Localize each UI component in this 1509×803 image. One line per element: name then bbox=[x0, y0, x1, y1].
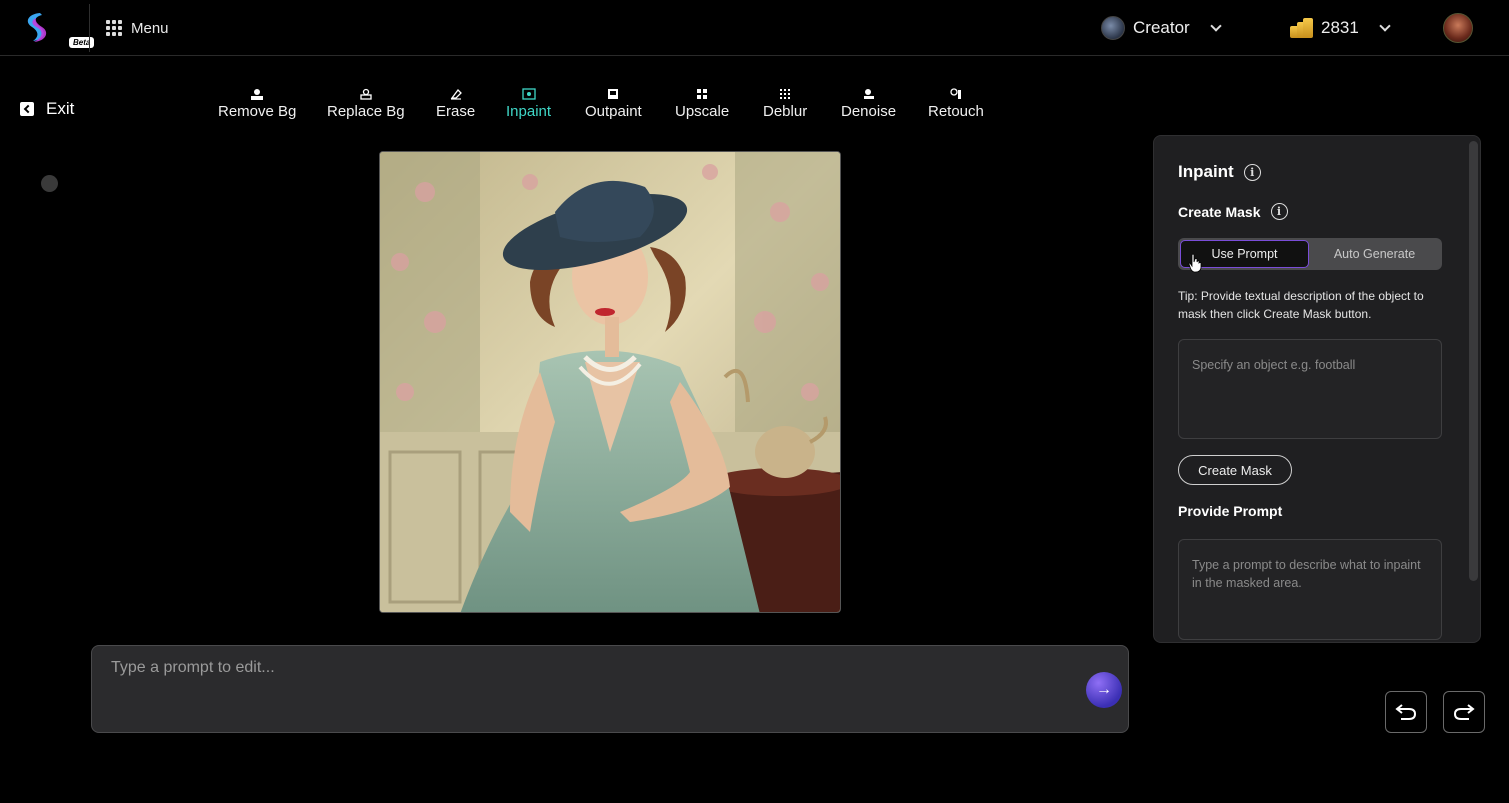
prompt-bar: → bbox=[91, 645, 1129, 733]
tool-retouch[interactable]: Retouch bbox=[928, 88, 984, 120]
mask-mode-toggle: Use Prompt Auto Generate bbox=[1178, 238, 1442, 270]
eraser-icon bbox=[449, 88, 463, 100]
tool-label: Outpaint bbox=[585, 103, 642, 120]
tool-label: Upscale bbox=[675, 103, 730, 120]
create-mask-heading: Create Mask i bbox=[1178, 203, 1288, 220]
tool-label: Deblur bbox=[763, 103, 808, 120]
provide-prompt-heading: Provide Prompt bbox=[1178, 503, 1283, 519]
tool-replace-bg[interactable]: Replace Bg bbox=[327, 88, 405, 120]
plan-dropdown[interactable]: Creator bbox=[1101, 14, 1222, 42]
arrow-right-icon: → bbox=[1096, 681, 1112, 698]
replace-bg-icon bbox=[359, 88, 373, 100]
retouch-icon bbox=[949, 88, 963, 100]
top-bar: Beta Menu Creator 2831 bbox=[0, 0, 1509, 56]
logo-swirl-icon bbox=[27, 13, 47, 42]
exit-button[interactable]: Exit bbox=[20, 98, 74, 120]
undo-button[interactable] bbox=[1385, 691, 1427, 733]
tool-denoise[interactable]: Denoise bbox=[841, 88, 896, 120]
mask-tip: Tip: Provide textual description of the … bbox=[1178, 289, 1424, 321]
tool-erase[interactable]: Erase bbox=[436, 88, 475, 120]
redo-button[interactable] bbox=[1443, 691, 1485, 733]
outpaint-icon bbox=[606, 88, 620, 100]
edit-prompt-input[interactable] bbox=[111, 656, 1051, 680]
info-icon[interactable]: i bbox=[1243, 163, 1261, 181]
tool-label: Denoise bbox=[841, 103, 897, 120]
inpaint-prompt-input[interactable] bbox=[1179, 540, 1441, 639]
tool-deblur[interactable]: Deblur bbox=[763, 88, 807, 120]
chevron-down-icon bbox=[1210, 20, 1222, 32]
brush-indicator bbox=[41, 175, 58, 192]
tool-label: Retouch bbox=[928, 103, 984, 120]
create-mask-button[interactable]: Create Mask bbox=[1178, 455, 1292, 485]
user-avatar[interactable] bbox=[1443, 13, 1473, 43]
panel-title-text: Inpaint bbox=[1178, 162, 1234, 181]
plan-label: Creator bbox=[1133, 18, 1190, 37]
tool-label: Inpaint bbox=[506, 103, 552, 120]
panel-scrollbar[interactable] bbox=[1469, 141, 1478, 581]
menu-button[interactable]: Menu bbox=[106, 17, 169, 39]
denoise-icon bbox=[862, 88, 876, 100]
mask-object-field-wrap bbox=[1178, 339, 1442, 439]
plan-icon bbox=[1101, 16, 1125, 40]
tool-remove-bg[interactable]: Remove Bg bbox=[218, 88, 296, 120]
auto-generate-option[interactable]: Auto Generate bbox=[1309, 240, 1440, 268]
redo-icon bbox=[1453, 704, 1475, 720]
hand-cursor-icon bbox=[1188, 253, 1202, 273]
divider bbox=[89, 4, 90, 52]
coins-icon bbox=[1289, 18, 1313, 38]
deblur-icon bbox=[778, 88, 792, 100]
tool-upscale[interactable]: Upscale bbox=[675, 88, 729, 120]
remove-bg-icon bbox=[250, 88, 264, 100]
image-canvas[interactable] bbox=[379, 151, 841, 613]
mask-object-input[interactable] bbox=[1179, 340, 1441, 438]
credits-count: 2831 bbox=[1321, 18, 1359, 37]
tool-label: Erase bbox=[436, 103, 476, 120]
back-arrow-icon bbox=[20, 102, 34, 116]
inpaint-icon bbox=[521, 88, 536, 100]
panel-title: Inpaint i bbox=[1178, 162, 1261, 182]
inpaint-prompt-field-wrap bbox=[1178, 539, 1442, 640]
tool-label: Remove Bg bbox=[218, 103, 297, 120]
send-button[interactable]: → bbox=[1086, 672, 1122, 708]
credits-dropdown[interactable]: 2831 bbox=[1289, 14, 1391, 42]
app-logo[interactable]: Beta bbox=[18, 10, 95, 48]
chevron-down-icon bbox=[1379, 20, 1391, 32]
beta-badge: Beta bbox=[69, 37, 95, 48]
inpaint-panel: Inpaint i Create Mask i Use Prompt Auto … bbox=[1153, 135, 1481, 643]
vintage-portrait-image bbox=[380, 152, 840, 612]
info-icon[interactable]: i bbox=[1270, 203, 1288, 220]
tool-inpaint[interactable]: Inpaint bbox=[506, 88, 551, 120]
menu-label: Menu bbox=[131, 19, 169, 37]
upscale-icon bbox=[695, 88, 709, 100]
grid-icon bbox=[106, 20, 122, 36]
undo-icon bbox=[1395, 704, 1417, 720]
exit-label: Exit bbox=[46, 99, 75, 118]
create-mask-heading-text: Create Mask bbox=[1178, 203, 1261, 220]
tool-outpaint[interactable]: Outpaint bbox=[585, 88, 642, 120]
tool-label: Replace Bg bbox=[327, 103, 405, 120]
